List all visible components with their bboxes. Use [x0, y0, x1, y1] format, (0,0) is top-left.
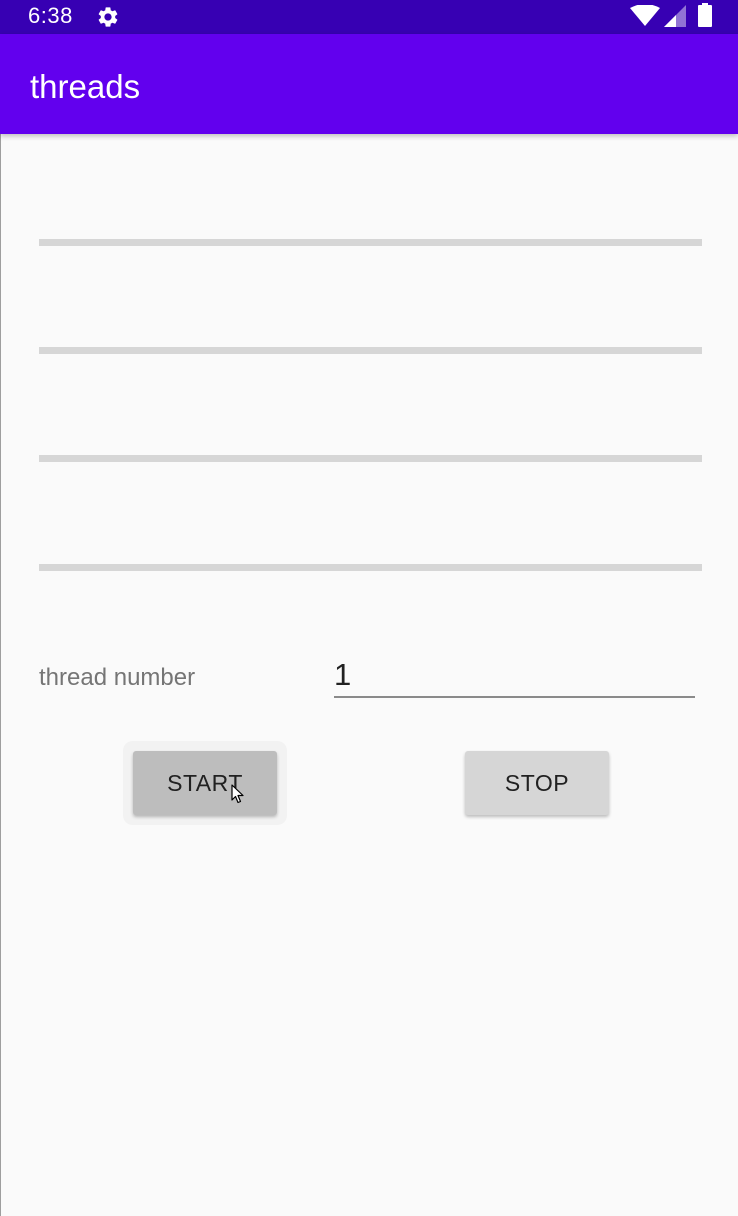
status-time: 6:38 [28, 3, 73, 28]
start-button[interactable]: START [133, 751, 277, 815]
app-title: threads [30, 68, 141, 105]
mouse-cursor-icon [231, 784, 244, 804]
thread-number-label: thread number [39, 664, 196, 691]
thread-progress-bar-1 [39, 239, 702, 246]
thread-progress-bar-3 [39, 455, 702, 462]
signal-icon [664, 5, 686, 27]
gear-icon [98, 7, 118, 27]
main-content: thread number START STOP [0, 134, 738, 1216]
app-bar: threads [0, 34, 738, 134]
thread-progress-bar-2 [39, 347, 702, 354]
wifi-icon [630, 5, 660, 26]
thread-number-input[interactable] [334, 654, 695, 698]
status-bar: 6:38 [0, 0, 738, 34]
stop-button[interactable]: STOP [465, 751, 609, 815]
thread-progress-bar-4 [39, 564, 702, 571]
battery-icon [698, 3, 712, 27]
